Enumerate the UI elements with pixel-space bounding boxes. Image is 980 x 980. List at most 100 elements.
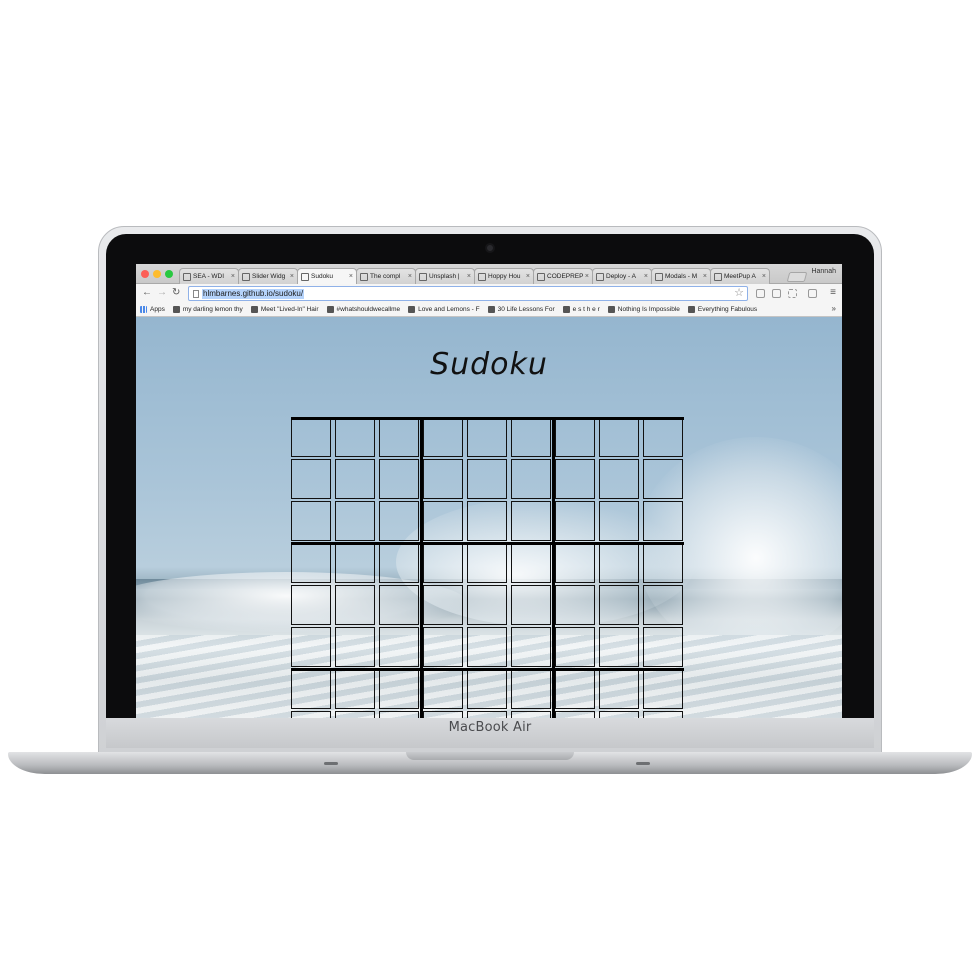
bookmark-item[interactable]: 30 Life Lessons For: [487, 306, 555, 313]
sudoku-cell[interactable]: [511, 669, 551, 709]
bookmark-item[interactable]: Nothing Is Impossible: [607, 306, 680, 313]
tab-close-icon[interactable]: ×: [703, 273, 707, 280]
sudoku-cell[interactable]: [379, 669, 419, 709]
sudoku-cell[interactable]: [643, 627, 683, 667]
tab-close-icon[interactable]: ×: [526, 273, 530, 280]
tab-8[interactable]: Modals - M ×: [651, 268, 711, 284]
sudoku-cell[interactable]: [423, 585, 463, 625]
reload-icon[interactable]: ↻: [172, 287, 180, 299]
sudoku-cell[interactable]: [423, 669, 463, 709]
sudoku-cell[interactable]: [643, 417, 683, 457]
sudoku-cell[interactable]: [555, 585, 595, 625]
bookmark-item[interactable]: Everything Fabulous: [687, 306, 757, 313]
sudoku-cell[interactable]: [555, 459, 595, 499]
sudoku-cell[interactable]: [555, 501, 595, 541]
bookmark-item[interactable]: Apps: [140, 306, 165, 313]
sudoku-cell[interactable]: [511, 501, 551, 541]
tab-close-icon[interactable]: ×: [231, 273, 235, 280]
tab-9[interactable]: MeetPup A ×: [710, 268, 770, 284]
sudoku-cell[interactable]: [423, 627, 463, 667]
sudoku-cell[interactable]: [467, 585, 507, 625]
minimize-window-button[interactable]: [153, 270, 161, 278]
sudoku-cell[interactable]: [335, 459, 375, 499]
sudoku-cell[interactable]: [423, 543, 463, 583]
sudoku-cell[interactable]: [291, 627, 331, 667]
tab-1[interactable]: Slider Widg ×: [238, 268, 298, 284]
tab-close-icon[interactable]: ×: [644, 273, 648, 280]
sudoku-cell[interactable]: [335, 669, 375, 709]
sudoku-cell[interactable]: [511, 627, 551, 667]
bookmark-item[interactable]: Love and Lemons - F: [408, 306, 480, 313]
sudoku-cell[interactable]: [379, 501, 419, 541]
sudoku-cell[interactable]: [379, 627, 419, 667]
sudoku-cell[interactable]: [379, 543, 419, 583]
sudoku-cell[interactable]: [467, 417, 507, 457]
url-text[interactable]: hlmbarnes.github.io/sudoku/: [202, 289, 305, 299]
tab-2[interactable]: Sudoku ×: [297, 268, 357, 284]
sudoku-cell[interactable]: [467, 459, 507, 499]
sudoku-cell[interactable]: [599, 669, 639, 709]
sudoku-cell[interactable]: [423, 417, 463, 457]
sudoku-cell[interactable]: [511, 585, 551, 625]
sudoku-cell[interactable]: [423, 501, 463, 541]
extension-icon[interactable]: [772, 289, 781, 298]
forward-arrow-icon[interactable]: →: [157, 287, 167, 299]
sudoku-cell[interactable]: [555, 627, 595, 667]
tab-close-icon[interactable]: ×: [290, 273, 294, 280]
sudoku-cell[interactable]: [555, 417, 595, 457]
bookmark-item[interactable]: e s t h e r: [562, 306, 600, 313]
sudoku-cell[interactable]: [555, 543, 595, 583]
sudoku-cell[interactable]: [643, 585, 683, 625]
zoom-window-button[interactable]: [165, 270, 173, 278]
tab-3[interactable]: The compl ×: [356, 268, 416, 284]
tab-close-icon[interactable]: ×: [762, 273, 766, 280]
sudoku-cell[interactable]: [335, 501, 375, 541]
tab-4[interactable]: Unsplash | ×: [415, 268, 475, 284]
extension-icon[interactable]: [756, 289, 765, 298]
sudoku-cell[interactable]: [467, 501, 507, 541]
sudoku-cell[interactable]: [599, 417, 639, 457]
tab-5[interactable]: Hoppy Hou ×: [474, 268, 534, 284]
new-tab-button[interactable]: [786, 272, 808, 282]
tab-close-icon[interactable]: ×: [349, 273, 353, 280]
sudoku-cell[interactable]: [643, 459, 683, 499]
sudoku-cell[interactable]: [423, 459, 463, 499]
menu-icon[interactable]: ≡: [830, 287, 836, 299]
sudoku-cell[interactable]: [643, 543, 683, 583]
sudoku-cell[interactable]: [467, 669, 507, 709]
user-name[interactable]: Hannah: [811, 268, 836, 275]
sudoku-cell[interactable]: [599, 459, 639, 499]
sudoku-cell[interactable]: [643, 669, 683, 709]
sudoku-cell[interactable]: [379, 417, 419, 457]
sudoku-cell[interactable]: [599, 543, 639, 583]
sudoku-cell[interactable]: [291, 459, 331, 499]
tab-6[interactable]: CODEPREP ×: [533, 268, 593, 284]
tab-0[interactable]: SEA - WDI ×: [179, 268, 239, 284]
bookmark-item[interactable]: my darling lemon thy: [172, 306, 243, 313]
sudoku-cell[interactable]: [335, 585, 375, 625]
bookmark-item[interactable]: Meet "Lived-In" Hair: [250, 306, 319, 313]
more-bookmarks-button[interactable]: »: [832, 304, 836, 313]
sudoku-cell[interactable]: [555, 669, 595, 709]
close-window-button[interactable]: [141, 270, 149, 278]
sudoku-cell[interactable]: [599, 585, 639, 625]
sudoku-cell[interactable]: [511, 543, 551, 583]
address-bar[interactable]: hlmbarnes.github.io/sudoku/ ☆: [188, 286, 748, 301]
sudoku-cell[interactable]: [467, 627, 507, 667]
bookmark-item[interactable]: #whatshouldwecallme: [326, 306, 400, 313]
sudoku-cell[interactable]: [291, 417, 331, 457]
sudoku-cell[interactable]: [335, 627, 375, 667]
sudoku-cell[interactable]: [291, 669, 331, 709]
sudoku-cell[interactable]: [335, 543, 375, 583]
sudoku-cell[interactable]: [379, 585, 419, 625]
extension-icon[interactable]: [808, 289, 817, 298]
sudoku-cell[interactable]: [291, 543, 331, 583]
sudoku-cell[interactable]: [511, 417, 551, 457]
back-arrow-icon[interactable]: ←: [142, 287, 152, 299]
extension-icon[interactable]: [788, 289, 797, 298]
tab-close-icon[interactable]: ×: [467, 273, 471, 280]
sudoku-cell[interactable]: [291, 501, 331, 541]
tab-close-icon[interactable]: ×: [408, 273, 412, 280]
tab-7[interactable]: Deploy - A ×: [592, 268, 652, 284]
sudoku-cell[interactable]: [379, 459, 419, 499]
